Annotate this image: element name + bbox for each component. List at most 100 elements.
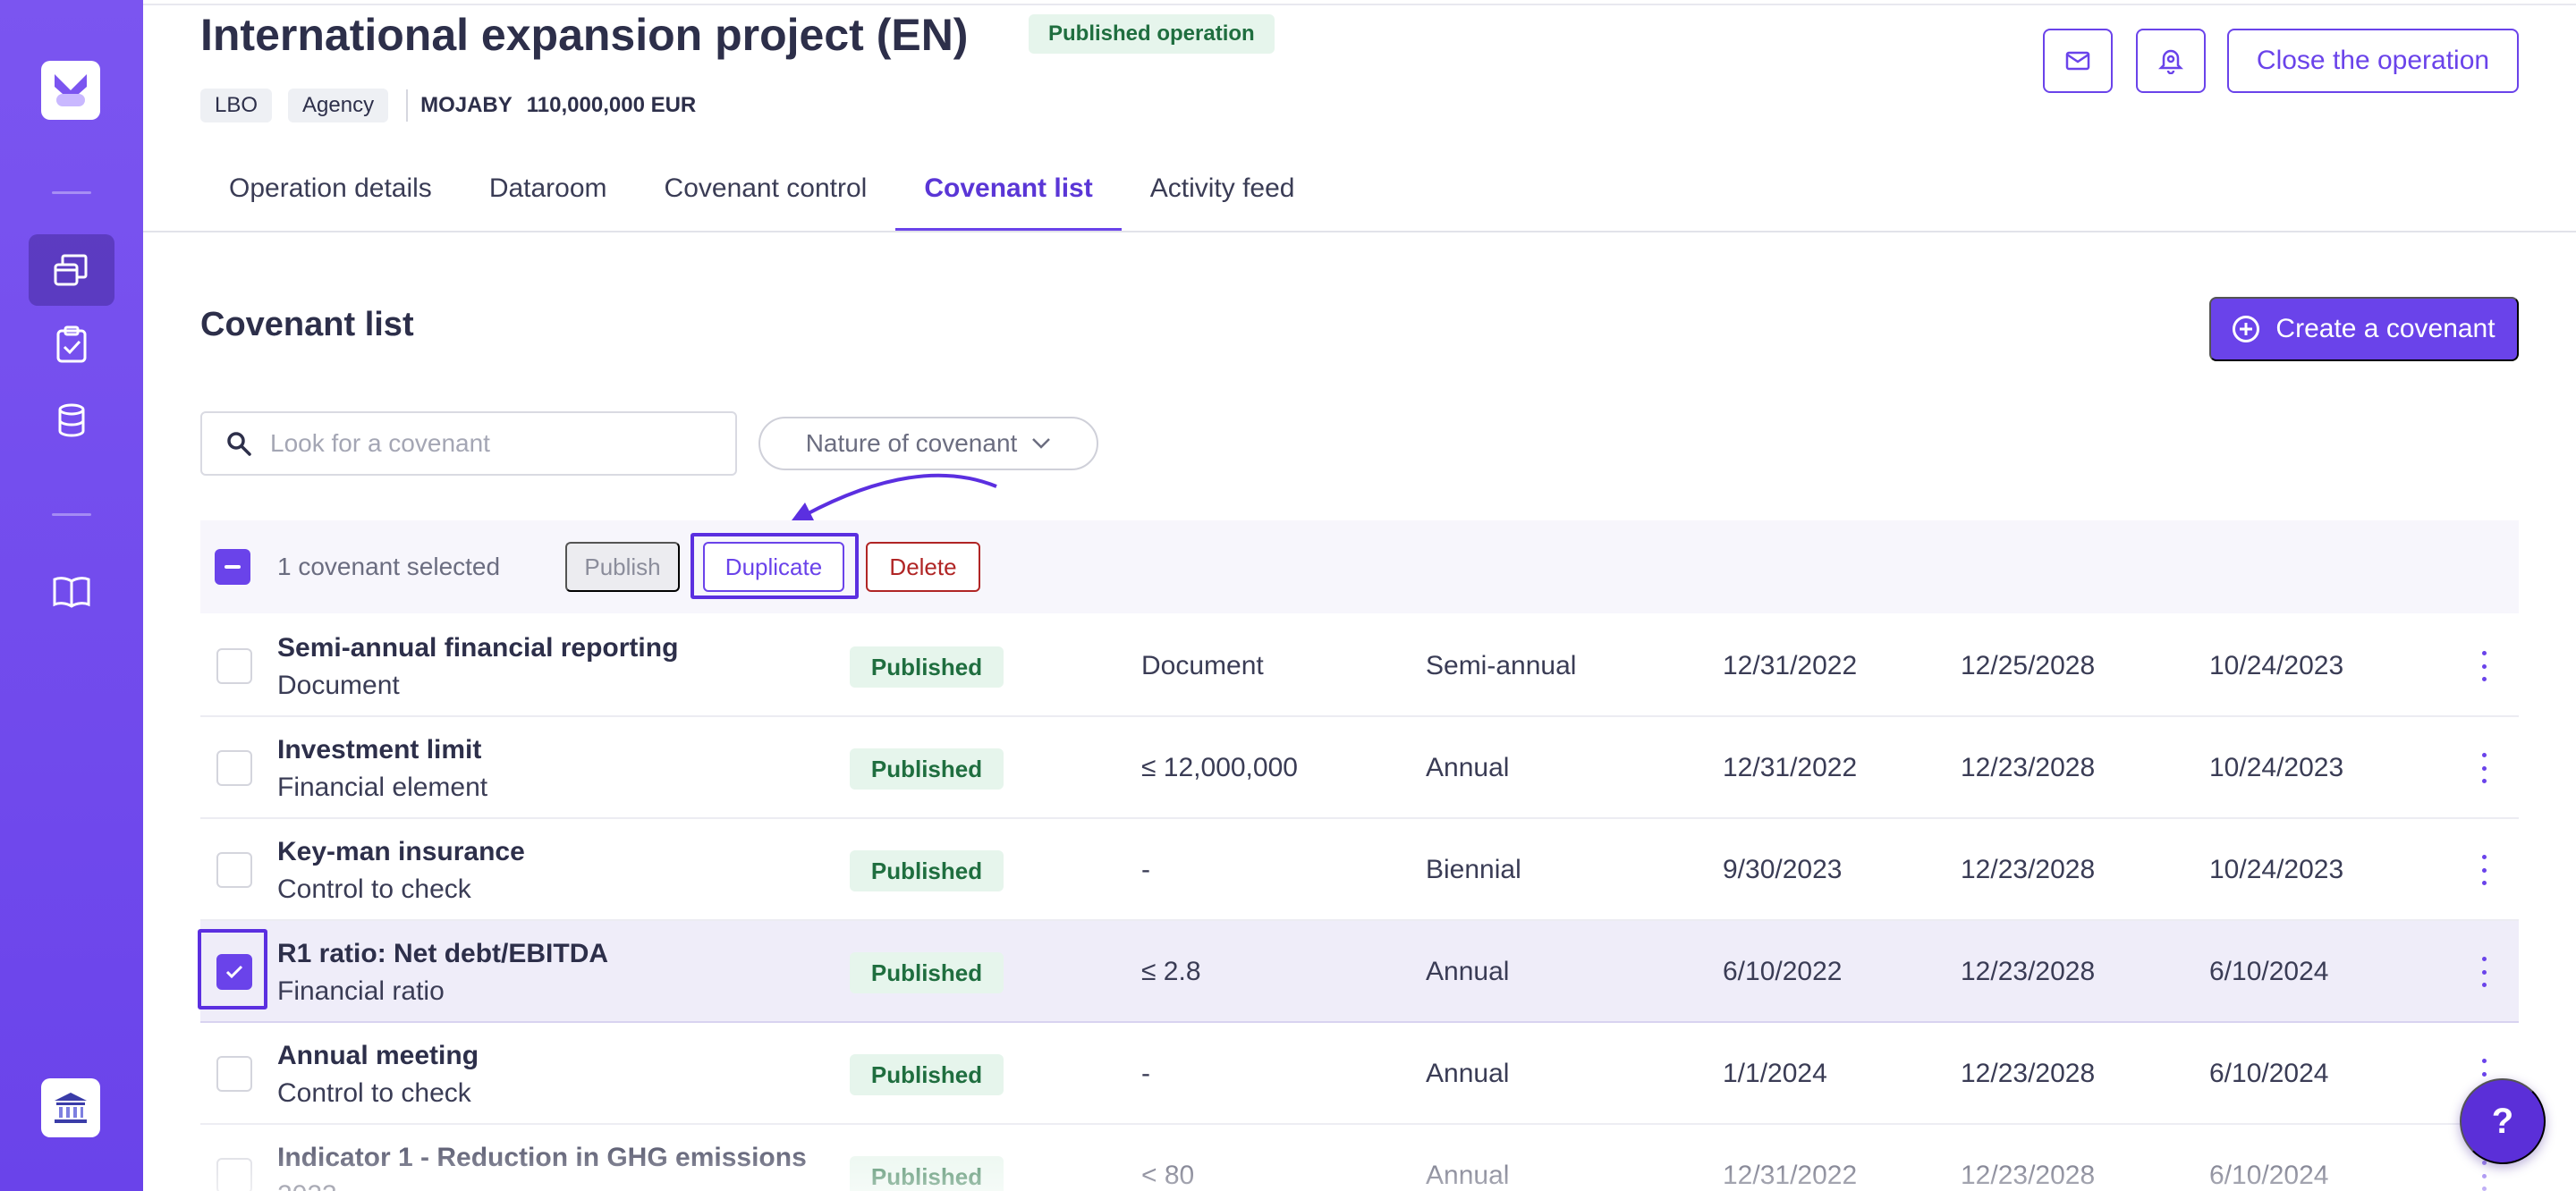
delete-button[interactable]: Delete xyxy=(866,542,980,592)
table-row[interactable]: Key-man insurance Control to check Publi… xyxy=(200,819,2519,921)
covenant-start-date: 12/31/2022 xyxy=(1723,651,1858,680)
search-icon xyxy=(227,432,251,456)
row-checkbox[interactable] xyxy=(216,852,252,888)
sidebar-item-covenants[interactable] xyxy=(29,309,114,381)
covenant-threshold: ≤ 12,000,000 xyxy=(1141,753,1298,782)
covenant-frequency: Annual xyxy=(1426,1059,1510,1088)
covenant-threshold: ≤ 2.8 xyxy=(1141,957,1201,986)
covenant-name: Annual meeting xyxy=(277,1041,479,1070)
row-checkbox[interactable] xyxy=(216,1056,252,1092)
covenant-type: Control to check xyxy=(277,1078,471,1108)
covenant-next-date: 10/24/2023 xyxy=(2209,651,2344,680)
publish-button[interactable]: Publish xyxy=(565,542,680,592)
tag-agency: Agency xyxy=(288,89,389,122)
covenant-frequency: Semi-annual xyxy=(1426,651,1577,680)
covenant-start-date: 1/1/2024 xyxy=(1723,1059,1827,1088)
covenant-next-date: 6/10/2024 xyxy=(2209,957,2329,986)
sidebar-separator xyxy=(52,191,91,194)
create-covenant-label: Create a covenant xyxy=(2275,314,2496,343)
search-input[interactable] xyxy=(270,429,699,458)
tab-covenant-list[interactable]: Covenant list xyxy=(895,161,1122,232)
table-row[interactable]: Investment limit Financial element Publi… xyxy=(200,717,2519,819)
status-badge: Published xyxy=(850,1156,1004,1191)
kebab-icon[interactable] xyxy=(2479,753,2488,783)
kebab-icon[interactable] xyxy=(2479,1161,2488,1191)
covenant-name: Investment limit xyxy=(277,735,482,764)
sidebar-item-documentation[interactable] xyxy=(29,556,114,628)
meta-divider xyxy=(406,89,409,122)
sidebar xyxy=(0,0,143,1191)
notification-settings-button[interactable] xyxy=(2136,29,2206,93)
tag-lbo: LBO xyxy=(200,89,273,122)
select-all-checkbox[interactable] xyxy=(215,549,250,585)
app-logo-icon[interactable] xyxy=(41,61,100,120)
nature-filter-label: Nature of covenant xyxy=(805,429,1018,457)
table-row[interactable]: Indicator 1 - Reduction in GHG emissions… xyxy=(200,1125,2519,1191)
operation-status-badge: Published operation xyxy=(1029,14,1275,54)
covenant-name: Semi-annual financial reporting xyxy=(277,633,679,663)
covenant-name: Indicator 1 - Reduction in GHG emissions xyxy=(277,1143,807,1172)
sidebar-item-institution[interactable] xyxy=(41,1078,100,1137)
covenant-type: Control to check xyxy=(277,874,471,904)
row-checkbox[interactable] xyxy=(216,648,252,684)
mail-icon xyxy=(2065,51,2090,71)
covenant-type: Financial ratio xyxy=(277,976,445,1006)
covenant-frequency: Biennial xyxy=(1426,855,1521,884)
top-border xyxy=(143,0,2576,5)
book-icon xyxy=(53,577,90,608)
bell-icon xyxy=(2158,49,2183,74)
covenant-end-date: 12/23/2028 xyxy=(1961,753,2096,782)
tab-dataroom[interactable]: Dataroom xyxy=(461,161,636,232)
checklist-icon xyxy=(56,325,87,363)
covenant-next-date: 6/10/2024 xyxy=(2209,1161,2329,1190)
chevron-down-icon xyxy=(1032,438,1051,449)
covenant-threshold: < 80 xyxy=(1141,1161,1195,1190)
table-row[interactable]: Semi-annual financial reporting Document… xyxy=(200,615,2519,717)
kebab-icon[interactable] xyxy=(2479,651,2488,681)
tab-activity-feed[interactable]: Activity feed xyxy=(1122,161,1324,232)
row-checkbox[interactable] xyxy=(216,1158,252,1191)
plus-circle-icon xyxy=(2233,316,2260,342)
tab-covenant-control[interactable]: Covenant control xyxy=(636,161,896,232)
kebab-icon[interactable] xyxy=(2479,957,2488,987)
create-covenant-button[interactable]: Create a covenant xyxy=(2209,297,2519,361)
covenant-frequency: Annual xyxy=(1426,753,1510,782)
bank-icon xyxy=(55,1093,87,1123)
covenant-end-date: 12/23/2028 xyxy=(1961,957,2096,986)
bulk-action-bar: 1 covenant selected Publish Duplicate De… xyxy=(200,520,2519,613)
covenant-start-date: 9/30/2023 xyxy=(1723,855,1843,884)
covenant-threshold: Document xyxy=(1141,651,1264,680)
covenant-threshold: - xyxy=(1141,1059,1150,1088)
covenant-next-date: 6/10/2024 xyxy=(2209,1059,2329,1088)
covenant-end-date: 12/25/2028 xyxy=(1961,651,2096,680)
table-row[interactable]: Annual meeting Control to check Publishe… xyxy=(200,1023,2519,1125)
sidebar-item-database[interactable] xyxy=(29,384,114,456)
sidebar-item-operations[interactable] xyxy=(29,234,114,306)
kebab-icon[interactable] xyxy=(2479,855,2488,885)
covenant-next-date: 10/24/2023 xyxy=(2209,855,2344,884)
covenant-name: Key-man insurance xyxy=(277,837,525,866)
checkbox-highlight-box xyxy=(198,929,267,1009)
nature-of-covenant-filter[interactable]: Nature of covenant xyxy=(758,417,1098,470)
close-operation-button[interactable]: Close the operation xyxy=(2227,29,2519,93)
covenant-type: Document xyxy=(277,671,400,700)
covenant-end-date: 12/23/2028 xyxy=(1961,1059,2096,1088)
tab-operation-details[interactable]: Operation details xyxy=(200,161,461,232)
table-row-selected[interactable]: R1 ratio: Net debt/EBITDA Financial rati… xyxy=(200,921,2519,1023)
mail-button[interactable] xyxy=(2043,29,2113,93)
status-badge: Published xyxy=(850,646,1004,688)
covenant-frequency: Annual xyxy=(1426,957,1510,986)
covenant-name: R1 ratio: Net debt/EBITDA xyxy=(277,939,609,968)
tabs-divider xyxy=(143,231,2576,232)
status-badge: Published xyxy=(850,748,1004,790)
database-icon xyxy=(58,403,85,437)
search-box xyxy=(200,411,737,476)
row-checkbox[interactable] xyxy=(216,750,252,786)
annotation-arrow xyxy=(789,473,997,524)
status-badge: Published xyxy=(850,1054,1004,1095)
covenant-frequency: Annual xyxy=(1426,1161,1510,1190)
covenant-start-date: 12/31/2022 xyxy=(1723,753,1858,782)
covenant-end-date: 12/23/2028 xyxy=(1961,1161,2096,1190)
help-button[interactable]: ? xyxy=(2460,1078,2546,1164)
page-title: International expansion project (EN) xyxy=(200,10,969,60)
